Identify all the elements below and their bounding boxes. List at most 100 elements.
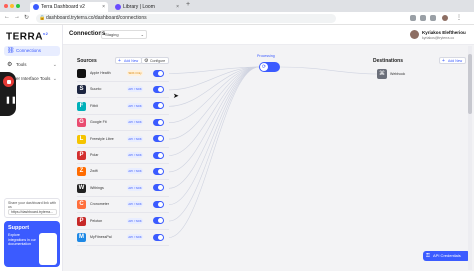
integration-type-badge: API / SDK [127, 217, 143, 224]
source-row[interactable]: C Cronometer API / SDK [77, 197, 165, 212]
source-row[interactable]: P Polar API / SDK [77, 148, 165, 163]
sidebar-item-tools[interactable]: ⚙ Tools ⌄ [4, 60, 60, 70]
pause-icon[interactable]: ❚❚ [5, 96, 17, 104]
stop-recording-button[interactable] [3, 76, 14, 87]
back-icon[interactable]: ← [4, 14, 10, 20]
window-controls [4, 4, 20, 8]
source-enabled-toggle[interactable] [153, 167, 164, 175]
maximize-window-button[interactable] [16, 4, 20, 8]
source-logo-icon: S [77, 85, 86, 95]
sidebar-item-connections[interactable]: ⛓ Connections [4, 46, 60, 56]
source-name: MyFitnessPal [90, 235, 112, 239]
lock-icon: 🔒 [39, 15, 46, 21]
integration-type-badge: API / SDK [127, 201, 143, 208]
key-icon: ⚿ [426, 253, 430, 259]
source-logo-icon: F [77, 101, 86, 111]
source-row[interactable]: F Fitbit API / SDK [77, 99, 165, 114]
chevron-down-icon: ⌄ [52, 62, 57, 68]
address-bar: ← → ↻ 🔒 dashboard.tryterra.co/dashboard/… [0, 12, 474, 25]
source-row[interactable]: P Peloton API / SDK [77, 214, 165, 229]
source-connector-line [168, 66, 260, 189]
support-card[interactable]: Support Explore integrations in our docu… [4, 221, 60, 267]
source-logo-icon [77, 69, 86, 78]
source-name: Suunto [90, 87, 102, 92]
source-row[interactable]: G Google Fit API / SDK [77, 115, 165, 130]
new-tab-button[interactable]: + [186, 1, 190, 8]
page-header: Connections Staging ⌄ Kyriakos Eleftheri… [63, 25, 474, 45]
terra-logo[interactable]: TERRAv2 [6, 31, 48, 42]
chevron-down-icon: ⌄ [140, 32, 144, 37]
row-divider [77, 245, 169, 246]
sidebar: TERRAv2 ⛓ Connections ⚙ Tools ⌄ ⚙ er Int… [0, 25, 63, 271]
integration-type-badge: API / SDK [127, 168, 143, 175]
source-enabled-toggle[interactable] [153, 184, 164, 192]
user-email: kyriakos@tryterra.co [422, 36, 455, 40]
source-connector-line [168, 66, 260, 205]
share-link-card: Share your dashboard link with us https:… [4, 198, 60, 218]
source-name: Apple Health [90, 71, 111, 75]
recorder-controls: ❚❚ [0, 72, 17, 116]
extension-icon[interactable] [410, 15, 416, 21]
source-logo-icon: M [77, 233, 86, 242]
source-enabled-toggle[interactable] [153, 233, 164, 241]
kebab-menu-icon[interactable]: ⋮ [456, 15, 462, 21]
webhook-icon: ⌘ [377, 69, 387, 79]
extension-icon[interactable] [420, 15, 426, 21]
processing-node[interactable]: Processing ⟳ [257, 54, 280, 72]
minimize-window-button[interactable] [10, 4, 14, 8]
source-logo-icon: C [77, 200, 86, 210]
source-name: Freestyle Libre [90, 136, 114, 141]
connections-canvas: Sources + Add New ⚙ Configure Destinatio… [63, 46, 474, 271]
reload-icon[interactable]: ↻ [24, 14, 29, 21]
url-field[interactable]: 🔒 dashboard.tryterra.co/dashboard/connec… [36, 14, 336, 23]
source-row[interactable]: Z Zwift API / SDK [77, 164, 165, 179]
integration-type-badge: API / SDK [127, 184, 143, 191]
processing-pill[interactable]: ⟳ [259, 62, 280, 72]
api-credentials-button[interactable]: ⚿ API Credentials [423, 251, 470, 261]
close-tab-icon[interactable]: × [176, 2, 179, 12]
browser-tab-terra[interactable]: Terra Dashboard v2 × [30, 2, 108, 12]
browser-tab-loom[interactable]: Library | Loom × [112, 2, 182, 12]
source-enabled-toggle[interactable] [153, 102, 164, 110]
scrollbar-thumb[interactable] [468, 54, 472, 114]
source-connector-line [168, 66, 260, 222]
source-enabled-toggle[interactable] [153, 151, 164, 159]
close-tab-icon[interactable]: × [102, 2, 105, 12]
sidebar-item-label: Tools [16, 62, 27, 67]
source-enabled-toggle[interactable] [153, 135, 164, 143]
source-connector-line [168, 66, 260, 140]
profile-avatar-icon[interactable] [442, 15, 448, 21]
source-row[interactable]: S Suunto API / SDK [77, 82, 165, 97]
source-enabled-toggle[interactable] [153, 85, 164, 93]
integration-type-badge: API / SDK [127, 152, 143, 158]
support-description: Explore integrations in our documentatio… [8, 233, 36, 246]
page-scrollbar[interactable] [468, 46, 472, 270]
link-icon: ⛓ [7, 48, 15, 54]
source-row[interactable]: W Withings API / SDK [77, 181, 165, 196]
source-row[interactable]: L Freestyle Libre API / SDK [77, 132, 165, 147]
source-enabled-toggle[interactable] [153, 217, 164, 225]
source-enabled-toggle[interactable] [153, 200, 164, 208]
close-window-button[interactable] [4, 4, 8, 8]
integration-type-badge: API / SDK [127, 86, 143, 93]
extension-icon[interactable] [430, 15, 436, 21]
source-name: Peloton [90, 218, 103, 223]
loom-favicon-icon [115, 4, 121, 10]
avatar [410, 30, 419, 39]
source-enabled-toggle[interactable] [153, 69, 164, 77]
user-menu[interactable]: Kyriakos Eleftheriou kyriakos@tryterra.c… [410, 28, 466, 42]
page-title: Connections [69, 31, 106, 37]
environment-select[interactable]: Staging ⌄ [101, 30, 147, 39]
integration-type-badge: API / SDK [127, 119, 143, 126]
source-row[interactable]: M MyFitnessPal API / SDK [77, 230, 165, 245]
source-name: Zwift [90, 169, 98, 174]
destination-webhook[interactable]: ⌘ Webhook [377, 69, 427, 79]
user-name: Kyriakos Eleftheriou [422, 30, 466, 35]
source-row[interactable]: Apple Health SDK Only [77, 66, 165, 81]
tab-label: Library | Loom [123, 4, 155, 10]
share-link-field[interactable]: https://dashboard.tryterra... [8, 209, 57, 215]
source-enabled-toggle[interactable] [153, 118, 164, 126]
integration-type-badge: API / SDK [127, 135, 143, 142]
forward-icon[interactable]: → [14, 14, 20, 20]
wrench-icon: ⚙ [7, 62, 13, 68]
